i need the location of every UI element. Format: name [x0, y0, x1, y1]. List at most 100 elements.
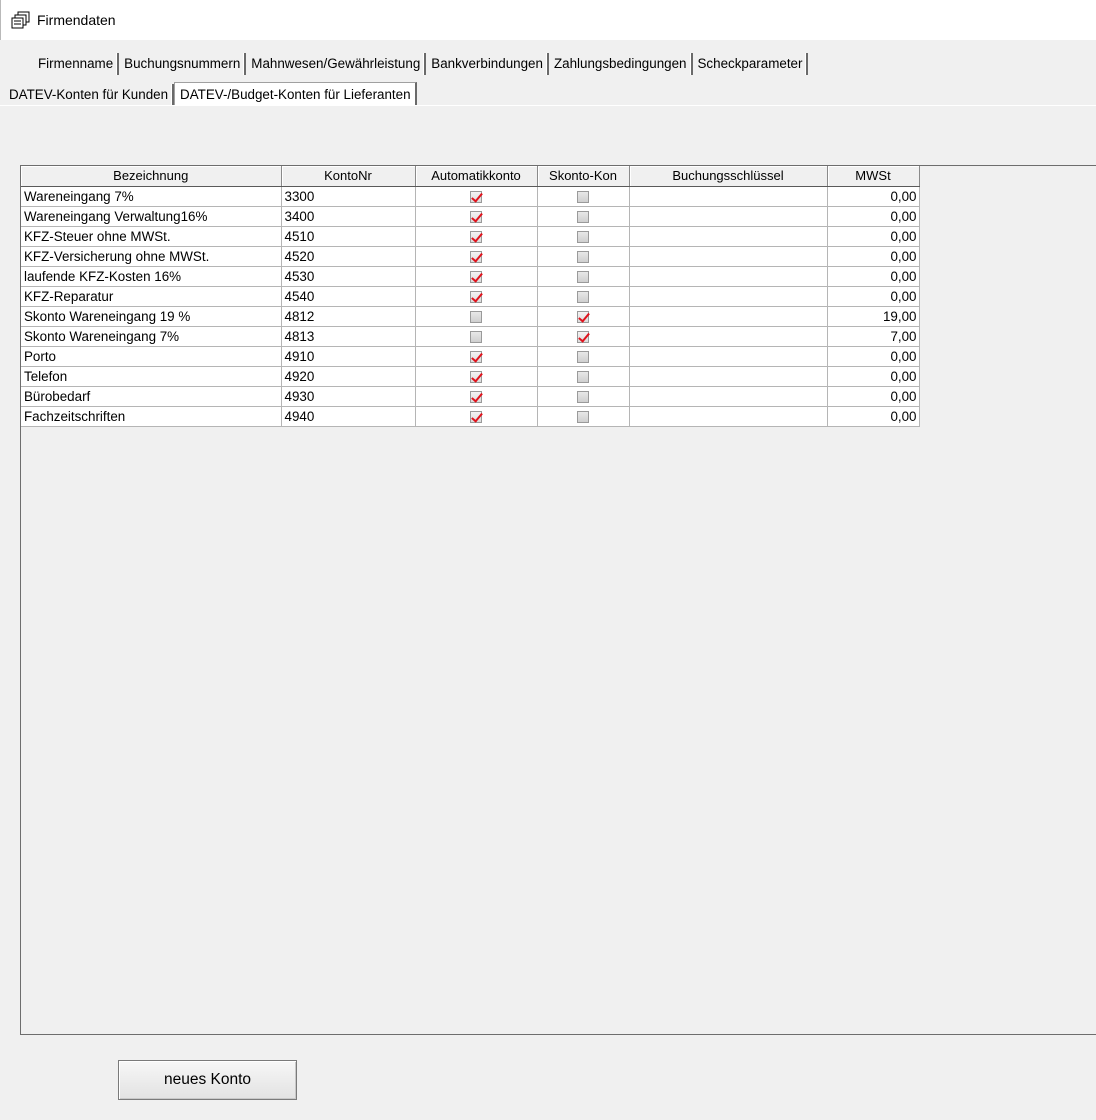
cell-kontonr[interactable]: 4910	[281, 346, 416, 367]
table-row[interactable]: Bürobedarf 4930 0,00	[21, 386, 920, 407]
automatikkonto-checkbox[interactable]	[470, 230, 482, 243]
table-row[interactable]: KFZ-Steuer ohne MWSt. 4510 0,00	[21, 226, 920, 247]
cell-kontonr[interactable]: 3300	[281, 186, 416, 207]
cell-bezeichnung[interactable]: KFZ-Reparatur	[21, 286, 282, 307]
cell-bezeichnung[interactable]: Fachzeitschriften	[21, 406, 282, 427]
cell-bezeichnung[interactable]: Skonto Wareneingang 19 %	[21, 306, 282, 327]
tab-bankverbindungen[interactable]: Bankverbindungen	[426, 53, 549, 75]
skonto-konto-checkbox[interactable]	[577, 190, 589, 203]
table-row[interactable]: Skonto Wareneingang 19 % 4812 19,00	[21, 306, 920, 327]
tab-mahnwesen[interactable]: Mahnwesen/Gewährleistung	[246, 53, 427, 75]
cell-mwst[interactable]: 0,00	[827, 366, 920, 387]
cell-kontonr[interactable]: 4530	[281, 266, 416, 287]
cell-buchungsschluessel[interactable]	[629, 406, 828, 427]
cell-mwst[interactable]: 0,00	[827, 246, 920, 267]
column-header-bezeichnung[interactable]: Bezeichnung	[21, 166, 282, 187]
cell-buchungsschluessel[interactable]	[629, 306, 828, 327]
cell-kontonr[interactable]: 4510	[281, 226, 416, 247]
skonto-konto-checkbox[interactable]	[577, 330, 589, 343]
tab-buchungsnummern[interactable]: Buchungsnummern	[119, 53, 247, 75]
table-row[interactable]: Porto 4910 0,00	[21, 346, 920, 367]
cell-bezeichnung[interactable]: Skonto Wareneingang 7%	[21, 326, 282, 347]
cell-bezeichnung[interactable]: Bürobedarf	[21, 386, 282, 407]
skonto-konto-checkbox[interactable]	[577, 290, 589, 303]
tab-firmenname[interactable]: Firmenname	[33, 53, 120, 75]
cell-bezeichnung[interactable]: laufende KFZ-Kosten 16%	[21, 266, 282, 287]
cell-kontonr[interactable]: 4930	[281, 386, 416, 407]
table-row[interactable]: Wareneingang Verwaltung16% 3400 0,00	[21, 206, 920, 227]
cell-bezeichnung[interactable]: Wareneingang Verwaltung16%	[21, 206, 282, 227]
skonto-konto-checkbox[interactable]	[577, 230, 589, 243]
cell-buchungsschluessel[interactable]	[629, 386, 828, 407]
column-header-kontonr[interactable]: KontoNr	[281, 166, 416, 187]
cell-kontonr[interactable]: 4920	[281, 366, 416, 387]
skonto-konto-checkbox[interactable]	[577, 210, 589, 223]
cell-mwst[interactable]: 0,00	[827, 406, 920, 427]
table-row[interactable]: Skonto Wareneingang 7% 4813 7,00	[21, 326, 920, 347]
automatikkonto-checkbox[interactable]	[470, 270, 482, 283]
cell-mwst[interactable]: 0,00	[827, 206, 920, 227]
cell-kontonr[interactable]: 4812	[281, 306, 416, 327]
cell-mwst[interactable]: 0,00	[827, 186, 920, 207]
cell-mwst[interactable]: 0,00	[827, 266, 920, 287]
cell-kontonr[interactable]: 3400	[281, 206, 416, 227]
cell-bezeichnung[interactable]: KFZ-Versicherung ohne MWSt.	[21, 246, 282, 267]
skonto-konto-checkbox[interactable]	[577, 350, 589, 363]
column-header-skonto-konto[interactable]: Skonto-Kon	[537, 166, 630, 187]
cell-mwst[interactable]: 19,00	[827, 306, 920, 327]
cell-buchungsschluessel[interactable]	[629, 226, 828, 247]
cell-bezeichnung[interactable]: Porto	[21, 346, 282, 367]
cell-bezeichnung[interactable]: KFZ-Steuer ohne MWSt.	[21, 226, 282, 247]
table-row[interactable]: Wareneingang 7% 3300 0,00	[21, 186, 920, 207]
cell-bezeichnung[interactable]: Telefon	[21, 366, 282, 387]
cell-buchungsschluessel[interactable]	[629, 246, 828, 267]
cell-buchungsschluessel[interactable]	[629, 346, 828, 367]
cell-buchungsschluessel[interactable]	[629, 186, 828, 207]
cell-bezeichnung[interactable]: Wareneingang 7%	[21, 186, 282, 207]
cell-kontonr[interactable]: 4520	[281, 246, 416, 267]
cell-buchungsschluessel[interactable]	[629, 266, 828, 287]
cell-mwst[interactable]: 0,00	[827, 386, 920, 407]
cell-buchungsschluessel[interactable]	[629, 206, 828, 227]
skonto-konto-checkbox[interactable]	[577, 310, 589, 323]
automatikkonto-checkbox[interactable]	[470, 190, 482, 203]
skonto-konto-checkbox[interactable]	[577, 250, 589, 263]
table-row[interactable]: laufende KFZ-Kosten 16% 4530 0,00	[21, 266, 920, 287]
table-row[interactable]: Telefon 4920 0,00	[21, 366, 920, 387]
automatikkonto-checkbox[interactable]	[470, 210, 482, 223]
automatikkonto-checkbox[interactable]	[470, 410, 482, 423]
tab-datev-lieferanten[interactable]: DATEV-/Budget-Konten für Lieferanten	[174, 82, 417, 106]
skonto-konto-checkbox[interactable]	[577, 370, 589, 383]
cell-mwst[interactable]: 7,00	[827, 326, 920, 347]
new-account-button[interactable]: neues Konto	[118, 1060, 297, 1100]
table-row[interactable]: KFZ-Versicherung ohne MWSt. 4520 0,00	[21, 246, 920, 267]
tab-datev-kunden[interactable]: DATEV-Konten für Kunden	[4, 84, 175, 106]
cell-mwst[interactable]: 0,00	[827, 346, 920, 367]
table-row[interactable]: Fachzeitschriften 4940 0,00	[21, 406, 920, 427]
skonto-konto-checkbox[interactable]	[577, 390, 589, 403]
automatikkonto-checkbox[interactable]	[470, 290, 482, 303]
tab-scheckparameter[interactable]: Scheckparameter	[693, 53, 809, 75]
tab-zahlungsbedingungen[interactable]: Zahlungsbedingungen	[549, 53, 693, 75]
cell-kontonr[interactable]: 4813	[281, 326, 416, 347]
column-header-buchungsschluessel[interactable]: Buchungsschlüssel	[629, 166, 828, 187]
column-header-automatikkonto[interactable]: Automatikkonto	[415, 166, 538, 187]
cell-kontonr[interactable]: 4940	[281, 406, 416, 427]
accounts-grid-panel[interactable]: Bezeichnung KontoNr Automatikkonto Skont…	[20, 165, 1096, 1035]
cell-mwst[interactable]: 0,00	[827, 226, 920, 247]
automatikkonto-checkbox[interactable]	[470, 390, 482, 403]
automatikkonto-checkbox[interactable]	[470, 370, 482, 383]
automatikkonto-checkbox[interactable]	[470, 250, 482, 263]
cell-buchungsschluessel[interactable]	[629, 366, 828, 387]
skonto-konto-checkbox[interactable]	[577, 410, 589, 423]
skonto-konto-checkbox[interactable]	[577, 270, 589, 283]
cell-mwst[interactable]: 0,00	[827, 286, 920, 307]
automatikkonto-checkbox[interactable]	[470, 350, 482, 363]
automatikkonto-checkbox[interactable]	[470, 330, 482, 343]
cell-buchungsschluessel[interactable]	[629, 326, 828, 347]
automatikkonto-checkbox[interactable]	[470, 310, 482, 323]
column-header-mwst[interactable]: MWSt	[827, 166, 920, 187]
table-row[interactable]: KFZ-Reparatur 4540 0,00	[21, 286, 920, 307]
cell-kontonr[interactable]: 4540	[281, 286, 416, 307]
cell-buchungsschluessel[interactable]	[629, 286, 828, 307]
